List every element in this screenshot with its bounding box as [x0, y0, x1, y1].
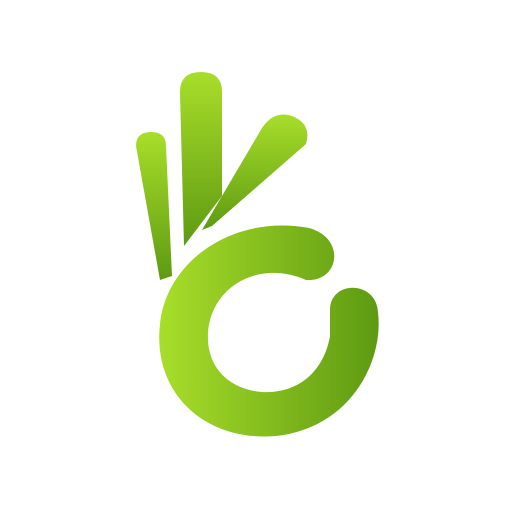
icon-canvas: [0, 0, 512, 512]
ok-hand-gesture-icon: [0, 0, 512, 512]
